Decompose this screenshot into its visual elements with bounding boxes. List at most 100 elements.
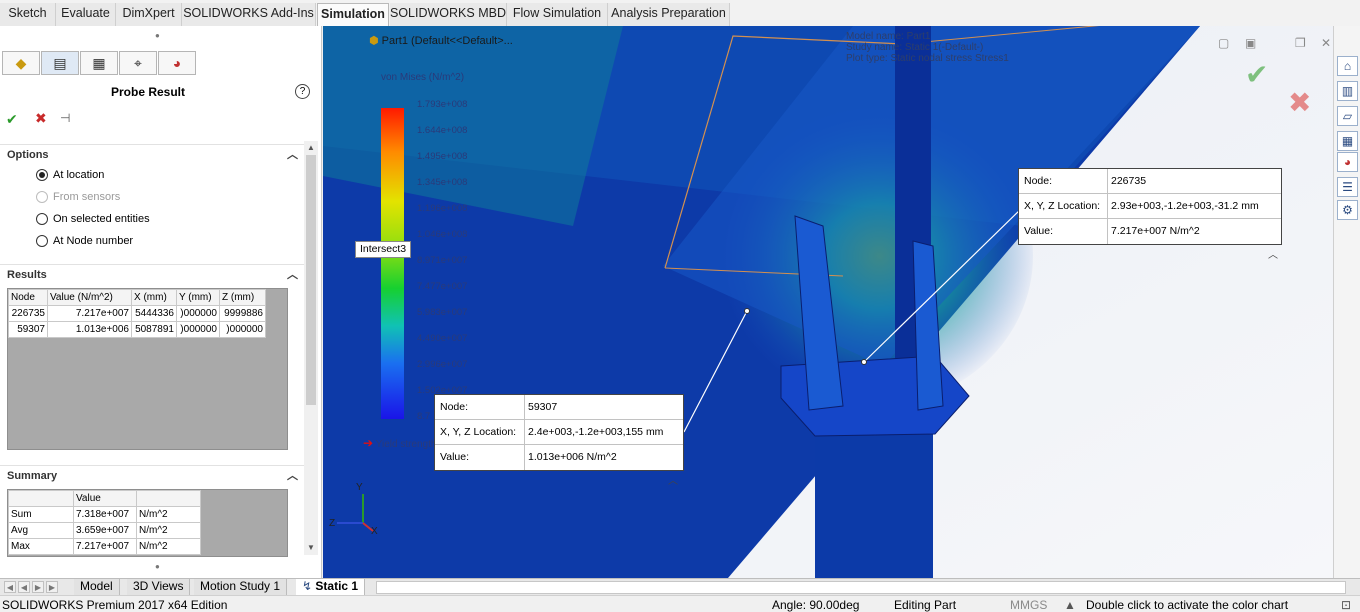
chevron-up-icon[interactable]: ︿ xyxy=(287,466,298,486)
view-palette-icon[interactable]: ▦ xyxy=(1337,131,1358,151)
tab-static-1[interactable]: ↯ Static 1 xyxy=(296,579,366,596)
first-tab-icon[interactable]: ◀ xyxy=(4,581,16,593)
tab-motion-study-1[interactable]: Motion Study 1 xyxy=(194,579,288,596)
probe-annotation-node-59307[interactable]: Node: 59307 X, Y, Z Location: 2.4e+003,-… xyxy=(434,394,684,471)
probe-key: X, Y, Z Location: xyxy=(1019,194,1108,218)
legend-tick: 1.345e+008 xyxy=(417,177,468,188)
scrollbar-thumb[interactable] xyxy=(306,155,316,405)
options-header[interactable]: Options ︿ xyxy=(0,144,304,164)
cancel-x-icon[interactable]: ✖ xyxy=(35,110,47,127)
restore-icon[interactable]: ▢ xyxy=(1218,36,1229,50)
radio-from-sensors: From sensors xyxy=(36,191,120,203)
probe-key: Node: xyxy=(435,395,525,419)
radio-dot[interactable] xyxy=(36,169,48,181)
radio-at-node-number[interactable]: At Node number xyxy=(36,235,133,247)
splitter-handle[interactable]: ● xyxy=(155,562,160,571)
probe-row: Node: 59307 xyxy=(435,395,683,420)
ok-check-icon[interactable]: ✔ xyxy=(6,111,18,128)
tab-solidworks-mbd[interactable]: SOLIDWORKS MBD xyxy=(390,3,507,26)
tab-dimxpert[interactable]: DimXpert xyxy=(116,3,182,26)
column-header: Value (N/m^2) xyxy=(47,289,132,306)
results-header[interactable]: Results ︿ xyxy=(0,264,304,284)
stress-plot-model[interactable] xyxy=(323,26,1333,578)
radio-at-location[interactable]: At location xyxy=(36,169,104,181)
radio-label: At Node number xyxy=(53,235,134,247)
study-info-line: Model name: Part1 xyxy=(846,31,931,42)
scroll-up-icon[interactable]: ▲ xyxy=(307,143,315,152)
tab-analysis-preparation[interactable]: Analysis Preparation xyxy=(608,3,730,26)
tab-3d-views[interactable]: 3D Views xyxy=(127,579,191,596)
results-header-label: Results xyxy=(7,269,47,281)
feature-tree-flyout[interactable]: ⬢ Part1 (Default<<Default>... xyxy=(369,34,513,47)
legend-tick: 8.7 xyxy=(417,411,431,422)
prev-tab-icon[interactable]: ◀ xyxy=(18,581,30,593)
table-cell: 226735 xyxy=(8,305,48,322)
status-mode: Editing Part xyxy=(894,598,957,612)
status-units[interactable]: MMGS xyxy=(1010,598,1047,612)
tab-simulation[interactable]: Simulation xyxy=(317,3,389,26)
horizontal-scrollbar[interactable] xyxy=(376,581,1346,594)
graphics-area[interactable]: ⬢ Part1 (Default<<Default>... Model name… xyxy=(323,26,1333,578)
tab-solidworks-addins[interactable]: SOLIDWORKS Add-Ins xyxy=(182,3,316,26)
radio-dot xyxy=(36,191,48,203)
tab-flow-simulation[interactable]: Flow Simulation xyxy=(507,3,608,26)
status-expand-icon[interactable]: ⊡ xyxy=(1341,598,1351,612)
radio-dot[interactable] xyxy=(36,213,48,225)
table-row[interactable]: 59307 1.013e+006 5087891 )000000 )000000 xyxy=(8,321,266,338)
table-cell: 59307 xyxy=(8,321,48,338)
chevron-up-icon[interactable]: ︿ xyxy=(287,265,298,285)
tab-sketch[interactable]: Sketch xyxy=(0,3,56,26)
probe-point[interactable] xyxy=(861,359,867,365)
summary-table-container: Value Sum 7.318e+007 N/m^2 Avg 3.659e+00… xyxy=(7,489,288,557)
pushpin-icon[interactable]: ⊣ xyxy=(60,111,70,125)
table-cell: 7.217e+007 xyxy=(73,538,137,555)
lower-pipe xyxy=(815,426,933,578)
property-manager-icon[interactable]: ▤ xyxy=(41,51,79,75)
folder-icon[interactable]: ▱ xyxy=(1337,106,1358,126)
last-tab-icon[interactable]: ▶ xyxy=(46,581,58,593)
chevron-up-icon[interactable]: ︿ xyxy=(287,145,298,165)
confirm-cancel-icon[interactable]: ✖ xyxy=(1288,86,1311,119)
command-manager-tabs: Sketch Evaluate DimXpert SOLIDWORKS Add-… xyxy=(0,0,1360,26)
scroll-down-icon[interactable]: ▼ xyxy=(307,543,315,552)
table-cell: 9999886 xyxy=(219,305,266,322)
legend-tick: 1.046e+008 xyxy=(417,229,468,240)
table-row[interactable]: 226735 7.217e+007 5444336 )000000 999988… xyxy=(8,305,266,322)
radio-on-selected-entities[interactable]: On selected entities xyxy=(36,213,150,225)
custom-properties-icon[interactable]: ☰ xyxy=(1337,177,1358,197)
summary-header[interactable]: Summary ︿ xyxy=(0,465,304,485)
table-cell: Sum xyxy=(8,506,74,523)
triad-z-label: Z xyxy=(329,518,336,529)
tile-icon[interactable]: ▣ xyxy=(1245,36,1256,50)
dimxpert-manager-icon[interactable]: ⌖ xyxy=(119,51,157,75)
parts-icon[interactable]: ▥ xyxy=(1337,81,1358,101)
tab-evaluate[interactable]: Evaluate xyxy=(56,3,116,26)
next-tab-icon[interactable]: ▶ xyxy=(32,581,44,593)
probe-value: 7.217e+007 N/m^2 xyxy=(1111,225,1200,237)
table-cell: )000000 xyxy=(219,321,266,338)
feature-manager-icon[interactable]: ◆ xyxy=(2,51,40,75)
simulation-advisor-icon[interactable]: ⚙ xyxy=(1337,200,1358,220)
maximize-icon[interactable]: ❐ xyxy=(1295,36,1306,50)
help-icon[interactable]: ? xyxy=(295,84,310,99)
splitter-handle[interactable]: ● xyxy=(155,31,160,40)
panel-scrollbar[interactable]: ▲ ▼ xyxy=(304,141,318,555)
chevron-up-icon[interactable]: ︿ xyxy=(1268,246,1278,261)
color-legend-bar[interactable] xyxy=(381,108,404,419)
status-units-dropdown-icon[interactable]: ▲ xyxy=(1064,598,1076,612)
tab-model[interactable]: Model xyxy=(74,579,120,596)
probe-annotation-node-226735[interactable]: Node: 226735 X, Y, Z Location: 2.93e+003… xyxy=(1018,168,1282,245)
confirm-check-icon[interactable]: ✔ xyxy=(1245,58,1268,91)
probe-value: 2.93e+003,-1.2e+003,-31.2 mm xyxy=(1111,200,1259,212)
configuration-manager-icon[interactable]: ▦ xyxy=(80,51,118,75)
appearance-icon[interactable]: ◕ xyxy=(1337,152,1358,172)
close-icon[interactable]: ✕ xyxy=(1321,36,1331,50)
chevron-up-icon[interactable]: ︿ xyxy=(668,472,678,487)
display-manager-icon[interactable]: ◕ xyxy=(158,51,196,75)
legend-tick: 1.495e+008 xyxy=(417,151,468,162)
home-icon[interactable]: ⌂ xyxy=(1337,56,1358,76)
table-cell: N/m^2 xyxy=(136,506,201,523)
radio-dot[interactable] xyxy=(36,235,48,247)
probe-point[interactable] xyxy=(744,308,750,314)
probe-key: Value: xyxy=(1019,219,1108,244)
